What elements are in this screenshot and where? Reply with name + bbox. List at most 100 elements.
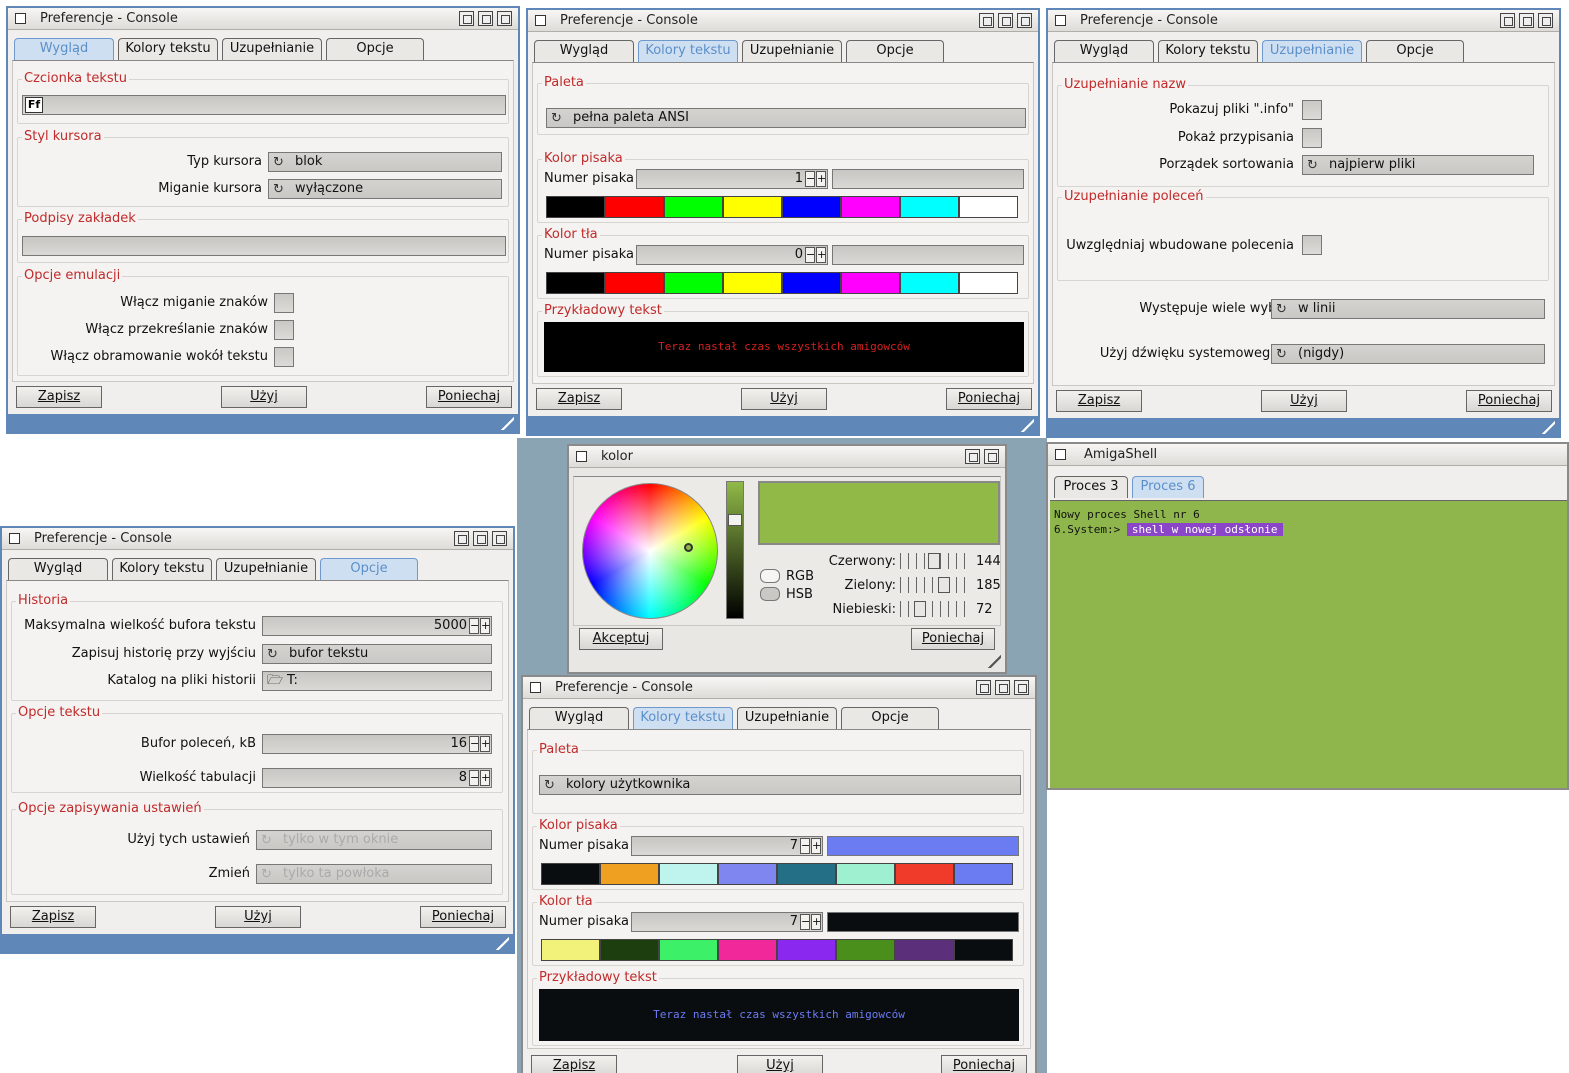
tab-completion[interactable]: Uzupełnianie bbox=[737, 707, 837, 729]
resize-grip-icon[interactable] bbox=[988, 655, 1001, 668]
color-swatch[interactable] bbox=[659, 939, 718, 961]
pen-number-stepper[interactable]: 7− + bbox=[631, 836, 823, 856]
accept-button[interactable]: Akceptuj bbox=[579, 628, 663, 650]
rgb-radio[interactable] bbox=[760, 569, 780, 583]
color-swatch[interactable] bbox=[954, 863, 1013, 885]
tab-completion[interactable]: Uzupełnianie bbox=[742, 40, 842, 62]
zoom-icon[interactable] bbox=[1519, 13, 1534, 28]
emu-strike-checkbox[interactable] bbox=[274, 320, 294, 340]
resize-grip-icon[interactable] bbox=[1542, 421, 1555, 434]
depth-icon[interactable] bbox=[984, 449, 999, 464]
save-button[interactable]: Zapisz bbox=[1056, 390, 1142, 412]
close-icon[interactable] bbox=[576, 451, 587, 462]
title-bar[interactable]: Preferencje - Console bbox=[8, 8, 518, 30]
tab-appearance[interactable]: Wygląd bbox=[534, 40, 634, 62]
color-swatch[interactable] bbox=[782, 272, 841, 294]
bg-number-stepper[interactable]: 7− + bbox=[631, 912, 823, 932]
font-field[interactable]: Ff bbox=[22, 95, 506, 115]
decrement-button[interactable]: − bbox=[805, 171, 815, 187]
show-info-checkbox[interactable] bbox=[1302, 100, 1322, 120]
resize-grip-icon[interactable] bbox=[496, 937, 509, 950]
cursor-blink-cycle[interactable]: ↻ wyłączone bbox=[268, 179, 502, 199]
close-icon[interactable] bbox=[1055, 449, 1066, 460]
color-swatch[interactable] bbox=[600, 939, 659, 961]
title-bar[interactable]: Preferencje - Console bbox=[1048, 10, 1559, 32]
tab-text-colors[interactable]: Kolory tekstu bbox=[118, 38, 218, 60]
color-swatch[interactable] bbox=[782, 196, 841, 218]
iconify-icon[interactable] bbox=[979, 13, 994, 28]
tab-options[interactable]: Opcje bbox=[326, 38, 424, 60]
tab-appearance[interactable]: Wygląd bbox=[529, 707, 629, 729]
color-swatch[interactable] bbox=[659, 863, 718, 885]
tab-appearance[interactable]: Wygląd bbox=[8, 558, 108, 580]
tab-process-3[interactable]: Proces 3 bbox=[1054, 476, 1128, 498]
color-swatch[interactable] bbox=[836, 939, 895, 961]
red-slider[interactable] bbox=[900, 553, 968, 569]
hsb-radio[interactable] bbox=[760, 587, 780, 601]
title-bar[interactable]: kolor bbox=[569, 446, 1005, 468]
iconify-icon[interactable] bbox=[454, 531, 469, 546]
bg-number-stepper[interactable]: 0− + bbox=[636, 245, 828, 265]
system-sound-cycle[interactable]: ↻ (nigdy) bbox=[1271, 344, 1545, 364]
red-slider-knob[interactable] bbox=[928, 553, 940, 569]
resize-grip-icon[interactable] bbox=[501, 417, 514, 430]
sort-order-cycle[interactable]: ↻ najpierw pliki bbox=[1302, 155, 1534, 175]
blue-slider-knob[interactable] bbox=[914, 601, 926, 617]
tab-captions-field[interactable] bbox=[22, 236, 506, 256]
use-button[interactable]: Użyj bbox=[215, 906, 301, 928]
tab-options[interactable]: Opcje bbox=[846, 40, 944, 62]
color-swatch[interactable] bbox=[895, 939, 954, 961]
cancel-button[interactable]: Poniechaj bbox=[911, 628, 995, 650]
tab-completion[interactable]: Uzupełnianie bbox=[216, 558, 316, 580]
cancel-button[interactable]: Poniechaj bbox=[946, 388, 1032, 410]
palette-cycle[interactable]: ↻ pełna paleta ANSI bbox=[546, 108, 1026, 128]
zoom-icon[interactable] bbox=[478, 11, 493, 26]
color-swatch[interactable] bbox=[954, 939, 1013, 961]
depth-icon[interactable] bbox=[1014, 680, 1029, 695]
color-swatch[interactable] bbox=[777, 863, 836, 885]
pen-number-stepper[interactable]: 1− + bbox=[636, 169, 828, 189]
use-settings-cycle[interactable]: ↻ tylko w tym oknie bbox=[256, 830, 492, 850]
iconify-icon[interactable] bbox=[976, 680, 991, 695]
zoom-icon[interactable] bbox=[998, 13, 1013, 28]
use-button[interactable]: Użyj bbox=[221, 386, 307, 408]
color-swatch[interactable] bbox=[541, 939, 600, 961]
close-icon[interactable] bbox=[1055, 15, 1066, 26]
decrement-button[interactable]: − bbox=[469, 618, 479, 634]
green-slider[interactable] bbox=[900, 577, 968, 593]
resize-grip-icon[interactable] bbox=[1021, 419, 1034, 432]
cmd-buffer-stepper[interactable]: 16− + bbox=[262, 734, 492, 754]
color-wheel[interactable] bbox=[582, 483, 718, 619]
cursor-type-cycle[interactable]: ↻ blok bbox=[268, 152, 502, 172]
tab-options[interactable]: Opcje bbox=[320, 558, 418, 580]
close-icon[interactable] bbox=[530, 682, 541, 693]
color-swatch[interactable] bbox=[900, 196, 959, 218]
color-swatch[interactable] bbox=[600, 863, 659, 885]
green-slider-knob[interactable] bbox=[938, 577, 950, 593]
color-swatch[interactable] bbox=[841, 196, 900, 218]
brightness-knob[interactable] bbox=[728, 514, 742, 526]
color-swatch[interactable] bbox=[605, 272, 664, 294]
emu-frame-checkbox[interactable] bbox=[274, 347, 294, 367]
color-swatch[interactable] bbox=[664, 272, 723, 294]
color-swatch[interactable] bbox=[664, 196, 723, 218]
zoom-icon[interactable] bbox=[995, 680, 1010, 695]
tab-completion[interactable]: Uzupełnianie bbox=[222, 38, 322, 60]
multiple-choices-cycle[interactable]: ↻ w linii bbox=[1271, 299, 1545, 319]
builtin-commands-checkbox[interactable] bbox=[1302, 235, 1322, 255]
shell-console[interactable]: Nowy proces Shell nr 6 6.System:> shell … bbox=[1050, 500, 1567, 788]
tab-text-colors[interactable]: Kolory tekstu bbox=[633, 707, 733, 729]
use-button[interactable]: Użyj bbox=[1261, 390, 1347, 412]
increment-button[interactable]: + bbox=[480, 736, 490, 752]
color-swatch[interactable] bbox=[723, 272, 782, 294]
title-bar[interactable]: Preferencje - Console bbox=[523, 677, 1035, 699]
tab-completion[interactable]: Uzupełnianie bbox=[1262, 40, 1362, 62]
save-button[interactable]: Zapisz bbox=[536, 388, 622, 410]
tab-size-stepper[interactable]: 8− + bbox=[262, 768, 492, 788]
cancel-button[interactable]: Poniechaj bbox=[941, 1055, 1027, 1073]
palette-cycle[interactable]: ↻ kolory użytkownika bbox=[539, 775, 1021, 795]
buffer-size-stepper[interactable]: 5000− + bbox=[262, 616, 492, 636]
color-swatch[interactable] bbox=[895, 863, 954, 885]
zoom-icon[interactable] bbox=[473, 531, 488, 546]
decrement-button[interactable]: − bbox=[800, 838, 810, 854]
